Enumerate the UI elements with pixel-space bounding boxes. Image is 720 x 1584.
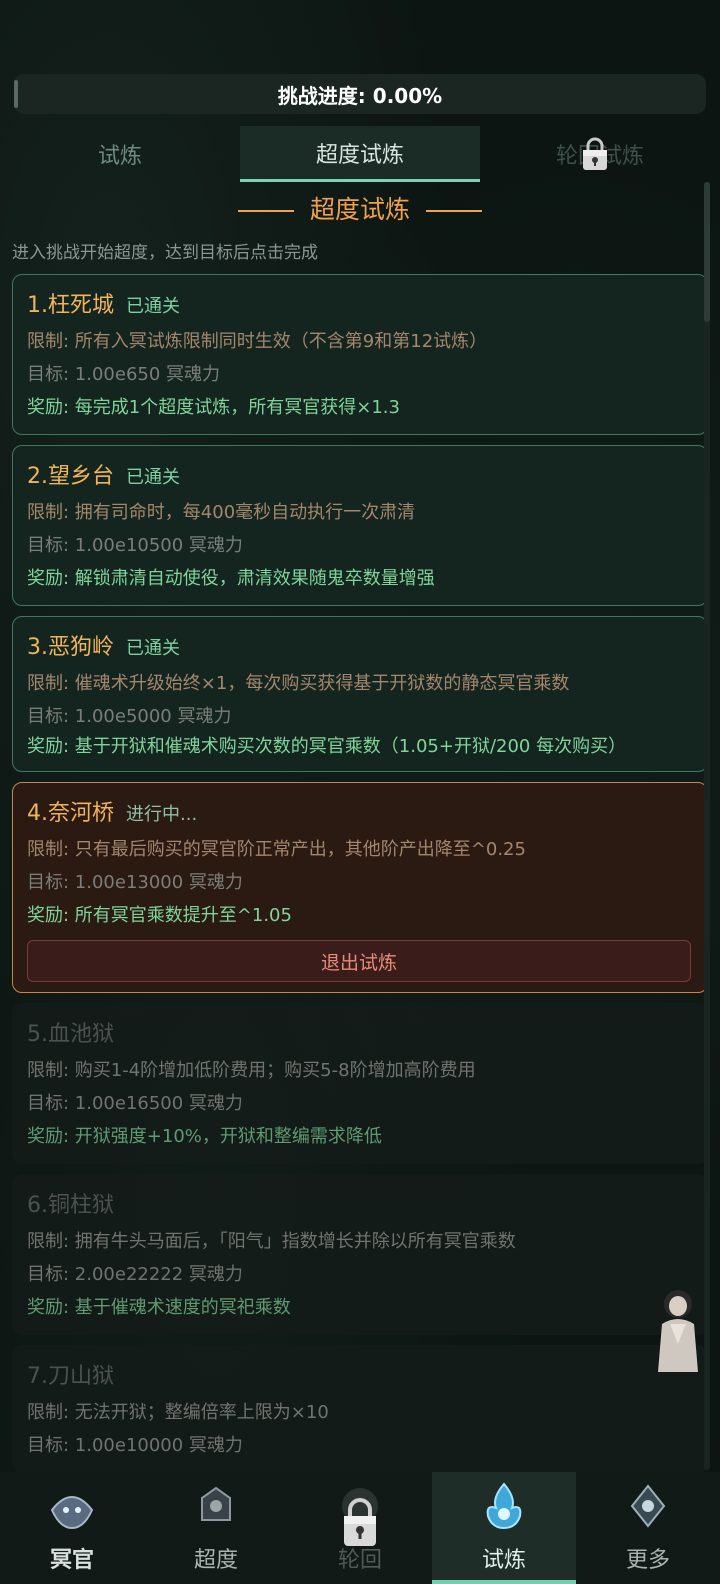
trial-card[interactable]: 2.望乡台 已通关 限制: 拥有司命时，每400毫秒自动执行一次肃清 目标: 1.…	[12, 445, 708, 606]
nav-redemption[interactable]: 超度	[144, 1472, 288, 1584]
trial-target: 目标: 1.00e5000 冥魂力	[27, 706, 232, 727]
tab-redemption-trial[interactable]: 超度试炼	[240, 126, 480, 182]
trial-target: 目标: 1.00e16500 冥魂力	[27, 1093, 243, 1114]
tab-redemption-trial-label: 超度试炼	[315, 142, 404, 168]
trial-reward: 奖励: 基于开狱和催魂术购买次数的冥官乘数（1.05+开狱/200 每次购买）	[27, 736, 627, 757]
trial-target: 目标: 1.00e10500 冥魂力	[27, 535, 243, 556]
tab-trial[interactable]: 试炼	[0, 126, 240, 182]
trial-card-active[interactable]: 4.奈河桥 进行中... 限制: 只有最后购买的冥官阶正常产出，其他阶产出降至^0…	[12, 782, 708, 993]
trial-reward: 奖励: 每完成1个超度试炼，所有冥官获得×1.3	[27, 397, 400, 418]
nav-officials-label: 冥官	[49, 1548, 94, 1573]
nav-trial[interactable]: 试炼	[432, 1472, 576, 1584]
section-intro: 进入挑战开始超度，达到目标后点击完成	[12, 243, 318, 263]
trial-status: 已通关	[126, 638, 180, 659]
trial-card[interactable]: 3.恶狗岭 已通关 限制: 催魂术升级始终×1，每次购买获得基于开狱数的静态冥官乘…	[12, 616, 708, 772]
bottom-nav: 冥官 超度 轮回 试炼 更多	[0, 1472, 720, 1584]
nav-more-label: 更多	[625, 1548, 670, 1573]
lock-icon	[583, 137, 607, 170]
trial-reward: 奖励: 所有冥官乘数提升至^1.05	[27, 905, 292, 926]
trial-name: 2.望乡台	[27, 464, 114, 489]
trial-target: 目标: 1.00e650 冥魂力	[27, 364, 221, 385]
scrollbar-thumb[interactable]	[704, 182, 710, 322]
redemption-icon	[201, 1486, 231, 1521]
trial-limit: 限制: 购买1-4阶增加低阶费用；购买5-8阶增加高阶费用	[27, 1060, 476, 1081]
tab-trial-label: 试炼	[97, 144, 142, 169]
nav-officials[interactable]: 冥官	[0, 1472, 144, 1584]
trial-card[interactable]: 7.刀山狱 限制: 无法开狱；整编倍率上限为×10 目标: 1.00e10000…	[12, 1345, 708, 1473]
trial-limit: 限制: 无法开狱；整编倍率上限为×10	[27, 1402, 329, 1423]
trial-reward: 奖励: 解锁肃清自动使役，肃清效果随鬼卒数量增强	[27, 568, 435, 589]
nav-redemption-label: 超度	[193, 1548, 238, 1573]
trial-card-list: 1.枉死城 已通关 限制: 所有入冥试炼限制同时生效（不含第9和第12试炼） 目标…	[12, 274, 708, 1483]
tab-reincarnation-trial[interactable]: 轮回试炼	[480, 126, 720, 182]
title-right-line	[425, 210, 482, 212]
trial-status: 已通关	[126, 467, 180, 488]
section-title: 超度试炼	[0, 190, 720, 226]
trial-reward: 奖励: 开狱强度+10%，开狱和整编需求降低	[27, 1126, 382, 1147]
trial-tabs: 试炼 超度试炼 轮回试炼	[0, 126, 720, 182]
progress-label: 挑战进度: 0.00%	[277, 83, 443, 108]
trial-name: 1.枉死城	[27, 293, 114, 318]
trial-name: 3.恶狗岭	[27, 635, 114, 660]
nav-trial-label: 试炼	[481, 1548, 526, 1573]
trial-card[interactable]: 1.枉死城 已通关 限制: 所有入冥试炼限制同时生效（不含第9和第12试炼） 目标…	[12, 274, 708, 435]
trial-name: 7.刀山狱	[27, 1364, 114, 1389]
nav-reincarnation[interactable]: 轮回	[288, 1472, 432, 1584]
trial-name: 6.铜柱狱	[27, 1193, 114, 1218]
scrollbar[interactable]	[704, 182, 710, 1470]
section-title-text: 超度试炼	[309, 195, 410, 224]
trial-limit: 限制: 只有最后购买的冥官阶正常产出，其他阶产出降至^0.25	[27, 839, 526, 860]
lock-icon	[344, 1498, 376, 1546]
trial-target: 目标: 1.00e10000 冥魂力	[27, 1435, 243, 1456]
blue-flame-icon	[486, 1482, 522, 1530]
nav-more[interactable]: 更多	[576, 1472, 720, 1584]
trial-limit: 限制: 拥有司命时，每400毫秒自动执行一次肃清	[27, 502, 416, 523]
trial-limit: 限制: 拥有牛头马面后，「阳气」指数增长并除以所有冥官乘数	[27, 1231, 516, 1252]
more-icon	[630, 1484, 666, 1528]
trial-name: 5.血池狱	[27, 1022, 114, 1047]
title-left-line	[238, 210, 295, 212]
trial-limit: 限制: 催魂术升级始终×1，每次购买获得基于开狱数的静态冥官乘数	[27, 673, 570, 694]
trial-target: 目标: 2.00e22222 冥魂力	[27, 1264, 243, 1285]
ghost-official-icon	[50, 1496, 94, 1530]
trial-target: 目标: 1.00e13000 冥魂力	[27, 872, 243, 893]
trial-reward: 奖励: 基于催魂术速度的冥祀乘数	[27, 1297, 291, 1318]
challenge-progress-bar: 挑战进度: 0.00%	[14, 74, 706, 114]
trial-card[interactable]: 5.血池狱 限制: 购买1-4阶增加低阶费用；购买5-8阶增加高阶费用 目标: …	[12, 1003, 708, 1164]
trial-name: 4.奈河桥	[27, 801, 114, 826]
trial-card[interactable]: 6.铜柱狱 限制: 拥有牛头马面后，「阳气」指数增长并除以所有冥官乘数 目标: …	[12, 1174, 708, 1335]
trial-status: 已通关	[126, 296, 180, 317]
assistant-avatar[interactable]	[652, 1284, 704, 1374]
trial-limit: 限制: 所有入冥试炼限制同时生效（不含第9和第12试炼）	[27, 331, 488, 352]
trial-status: 进行中...	[126, 804, 198, 825]
progress-fill	[14, 80, 18, 108]
exit-trial-button[interactable]: 退出试炼	[27, 940, 691, 982]
